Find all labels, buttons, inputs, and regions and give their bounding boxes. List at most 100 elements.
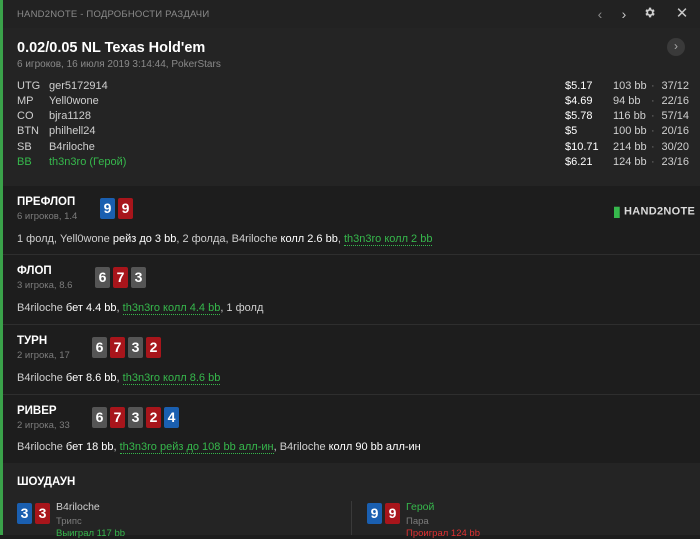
card: 6	[92, 337, 107, 358]
hole-cards: 99	[100, 198, 136, 219]
gear-icon[interactable]	[641, 6, 657, 22]
card: 9	[100, 198, 115, 219]
card: 4	[164, 407, 179, 428]
street-title: ТУРН	[17, 335, 48, 347]
separator: ·	[651, 141, 655, 153]
hand-combo: Пара	[406, 516, 429, 527]
street-preflop: ПРЕФЛОП 6 игроков, 1.4 99 ▮ HAND2NOTE 1 ф…	[3, 186, 700, 255]
position: MP	[17, 95, 34, 107]
player-name[interactable]: bjra1128	[49, 110, 91, 122]
chevron-left-icon[interactable]: ‹	[592, 6, 608, 22]
separator: ·	[651, 156, 655, 168]
stack-bb: 103 bb	[613, 80, 647, 92]
street-flop: ФЛОП 3 игрока, 8.6 673 B4riloche бет 4.4…	[3, 255, 700, 325]
player-row: UTG ger5172914 $5.17 103 bb · 37/12	[17, 80, 689, 96]
player-stats: 22/16	[661, 95, 689, 107]
game-title: 0.02/0.05 NL Texas Hold'em	[17, 40, 206, 56]
card: 7	[110, 337, 125, 358]
stack: $4.69	[565, 95, 593, 107]
showdown-player-villain: 33 B4riloche Трипс Выиграл 117 bb	[17, 501, 125, 539]
h-logo-icon: ▮	[613, 203, 622, 219]
chevron-right-icon[interactable]: ›	[667, 38, 685, 56]
player-row: CO bjra1128 $5.78 116 bb · 57/14	[17, 110, 689, 126]
player-row: BTN philhell24 $5 100 bb · 20/16	[17, 125, 689, 141]
hero-action[interactable]: th3n3ro рейз до 108 bb алл-ин	[119, 441, 274, 454]
showdown-title: ШОУДАУН	[17, 476, 76, 488]
player-name[interactable]: ger5172914	[49, 80, 108, 92]
board-cards: 673	[95, 267, 149, 288]
showdown-section: ШОУДАУН 33 B4riloche Трипс Выиграл 117 b…	[3, 463, 700, 539]
player-row-hero: BB th3n3ro (Герой) $6.21 124 bb · 23/16	[17, 156, 689, 172]
street-actions: B4riloche бет 4.4 bb, th3n3ro колл 4.4 b…	[17, 302, 264, 315]
game-subtitle: 6 игроков, 16 июля 2019 3:14:44, PokerSt…	[17, 59, 221, 70]
street-info: 2 игрока, 33	[17, 420, 70, 431]
close-icon[interactable]: ✕	[674, 6, 690, 22]
card: 9	[118, 198, 133, 219]
street-river: РИВЕР 2 игрока, 33 67324 B4riloche бет 1…	[3, 395, 700, 463]
player-stats: 23/16	[661, 156, 689, 168]
hero-action[interactable]: th3n3ro колл 4.4 bb	[122, 302, 221, 315]
stack-bb: 214 bb	[613, 141, 647, 153]
separator: ·	[651, 80, 655, 92]
stack-bb: 100 bb	[613, 125, 647, 137]
chevron-right-icon[interactable]: ›	[616, 6, 632, 22]
stack-bb: 94 bb	[613, 95, 641, 107]
card: 6	[92, 407, 107, 428]
player-name[interactable]: Герой	[406, 501, 434, 513]
position: BTN	[17, 125, 39, 137]
hero-action[interactable]: th3n3ro колл 8.6 bb	[122, 372, 221, 385]
street-title: ПРЕФЛОП	[17, 196, 76, 208]
divider	[351, 501, 352, 535]
separator: ·	[651, 125, 655, 137]
showdown-player-hero: 99 Герой Пара Проиграл 124 bb	[367, 501, 480, 539]
card: 7	[113, 267, 128, 288]
player-name[interactable]: B4riloche	[49, 141, 95, 153]
player-stats: 20/16	[661, 125, 689, 137]
stack-bb: 124 bb	[613, 156, 647, 168]
card: 6	[95, 267, 110, 288]
card: 3	[17, 503, 32, 524]
card: 3	[128, 337, 143, 358]
separator: ·	[651, 110, 655, 122]
stack: $5	[565, 125, 578, 137]
position: CO	[17, 110, 34, 122]
hero-action[interactable]: th3n3ro колл 2 bb	[343, 233, 433, 246]
street-actions: B4riloche бет 18 bb, th3n3ro рейз до 108…	[17, 441, 421, 454]
card: 9	[385, 503, 400, 524]
position: BB	[17, 156, 32, 168]
board-cards: 6732	[92, 337, 164, 358]
street-info: 2 игрока, 17	[17, 350, 70, 361]
card: 2	[146, 407, 161, 428]
result: Проиграл 124 bb	[406, 528, 480, 539]
player-stats: 57/14	[661, 110, 689, 122]
hand-combo: Трипс	[56, 516, 82, 527]
stack-bb: 116 bb	[613, 110, 646, 122]
title-bar: HAND2NOTE - ПОДРОБНОСТИ РАЗДАЧИ ‹ › ✕	[3, 0, 700, 29]
street-info: 3 игрока, 8.6	[17, 280, 73, 291]
player-row: SB B4riloche $10.71 214 bb · 30/20	[17, 141, 689, 157]
street-info: 6 игроков, 1.4	[17, 211, 78, 222]
street-title: ФЛОП	[17, 265, 52, 277]
stack: $10.71	[565, 141, 599, 153]
position: UTG	[17, 80, 41, 92]
result: Выиграл 117 bb	[56, 528, 126, 539]
player-name[interactable]: philhell24	[49, 125, 95, 137]
card: 2	[146, 337, 161, 358]
player-stats: 30/20	[661, 141, 689, 153]
card: 3	[35, 503, 50, 524]
player-stats: 37/12	[661, 80, 689, 92]
street-actions: B4riloche бет 8.6 bb, th3n3ro колл 8.6 b…	[17, 372, 221, 385]
window-title: HAND2NOTE - ПОДРОБНОСТИ РАЗДАЧИ	[17, 9, 210, 20]
player-name[interactable]: Yell0wone	[49, 95, 99, 107]
street-actions: 1 фолд, Yell0wone рейз до 3 bb, 2 фолда,…	[17, 233, 433, 246]
player-name[interactable]: B4riloche	[56, 501, 100, 513]
hand-header: 0.02/0.05 NL Texas Hold'em 6 игроков, 16…	[3, 28, 700, 186]
hand2note-logo: ▮ HAND2NOTE	[613, 203, 696, 219]
board-cards: 67324	[92, 407, 182, 428]
stack: $5.17	[565, 80, 593, 92]
card: 7	[110, 407, 125, 428]
card: 3	[131, 267, 146, 288]
separator: ·	[651, 95, 655, 107]
stack: $6.21	[565, 156, 593, 168]
player-name[interactable]: th3n3ro (Герой)	[49, 156, 126, 168]
